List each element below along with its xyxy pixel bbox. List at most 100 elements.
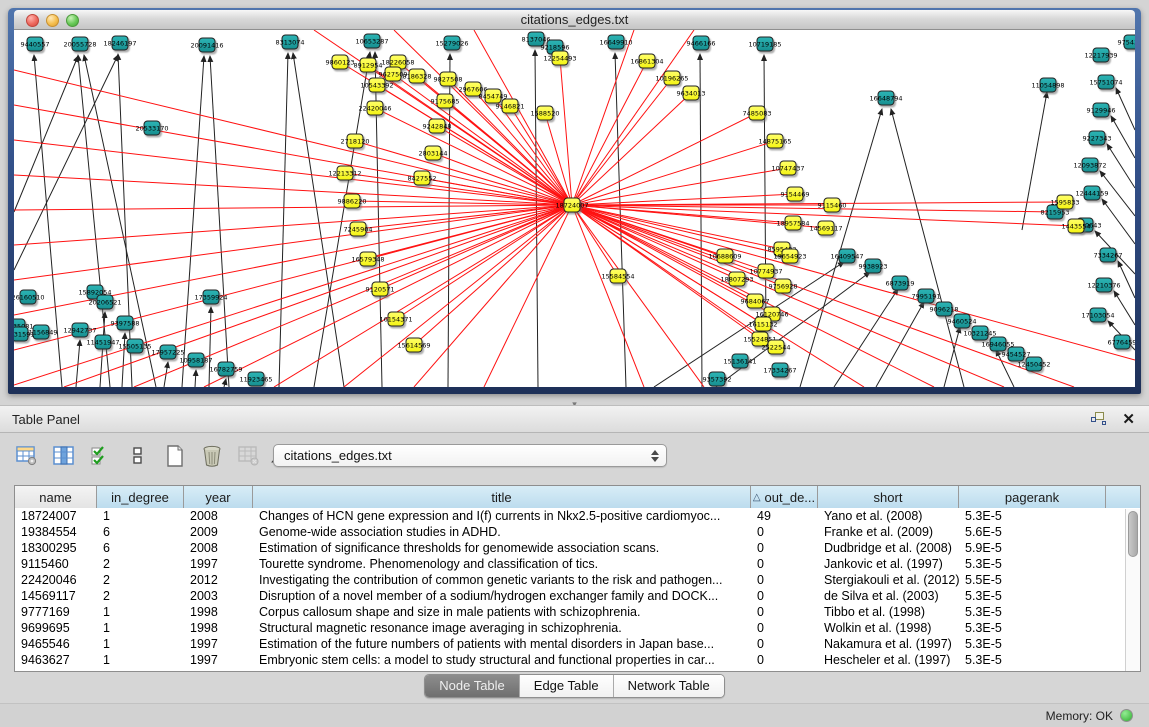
graph-node[interactable]: 14569117 (818, 221, 835, 236)
table-row[interactable]: 911546021997Tourette syndrome. Phenomeno… (15, 556, 1140, 572)
table-cell[interactable]: 5.3E-5 (959, 508, 1106, 524)
vertical-scrollbar[interactable] (1125, 509, 1140, 671)
column-header-pagerank[interactable]: pagerank (959, 486, 1106, 508)
table-cell[interactable]: 14569117 (15, 588, 97, 604)
graph-node[interactable]: 2803144 (425, 146, 442, 161)
table-cell[interactable]: Jankovic et al. (1997) (818, 556, 959, 572)
table-cell[interactable]: Franke et al. (2009) (818, 524, 959, 540)
row-height-icon[interactable] (125, 443, 151, 469)
graph-node[interactable]: 9627509 (385, 67, 402, 82)
table-row[interactable]: 1456911722003Disruption of a novel membe… (15, 588, 1140, 604)
memory-status-indicator[interactable] (1120, 709, 1133, 722)
table-cell[interactable]: 1997 (184, 636, 253, 652)
graph-node[interactable]: 7334267 (1100, 248, 1117, 263)
graph-node[interactable]: 16409547 (839, 249, 856, 264)
table-cell[interactable]: 9465546 (15, 636, 97, 652)
table-cell[interactable]: 5.3E-5 (959, 620, 1106, 636)
graph-node[interactable]: 16946055 (990, 337, 1007, 352)
table-cell[interactable]: Tourette syndrome. Phenomenology and cla… (253, 556, 751, 572)
graph-node[interactable]: 9357392 (709, 372, 726, 387)
table-row[interactable]: 946362711997Embryonic stem cells: a mode… (15, 652, 1140, 668)
panel-splitter[interactable]: ▾ (0, 394, 1149, 405)
window-titlebar[interactable]: citations_edges.txt (14, 10, 1135, 30)
table-cell[interactable]: 6 (97, 540, 184, 556)
tab-edge-table[interactable]: Edge Table (520, 675, 614, 697)
graph-node[interactable]: 22420046 (367, 101, 384, 116)
graph-node[interactable]: 16782759 (218, 362, 235, 377)
table-cell[interactable]: 2 (97, 572, 184, 588)
table-cell[interactable]: Dudbridge et al. (2008) (818, 540, 959, 556)
table-cell[interactable]: 2008 (184, 508, 253, 524)
table-cell[interactable]: 5.3E-5 (959, 652, 1106, 668)
graph-node[interactable]: 10958187 (188, 353, 205, 368)
table-cell[interactable]: Hescheler et al. (1997) (818, 652, 959, 668)
graph-node[interactable]: 9860123 (332, 55, 349, 70)
graph-node[interactable]: 8313074 (282, 35, 299, 50)
table-cell[interactable]: 18300295 (15, 540, 97, 556)
graph-node[interactable]: 15614569 (406, 338, 423, 353)
table-cell[interactable]: Wolkin et al. (1998) (818, 620, 959, 636)
graph-node[interactable]: 9466166 (693, 36, 710, 51)
table-cell[interactable]: Corpus callosum shape and size in male p… (253, 604, 751, 620)
table-row[interactable]: 977716911998Corpus callosum shape and si… (15, 604, 1140, 620)
graph-node[interactable]: 1588520 (537, 106, 554, 121)
graph-node[interactable]: 11451947 (95, 335, 112, 350)
table-cell[interactable]: 2003 (184, 588, 253, 604)
graph-node[interactable]: 16154371 (388, 312, 405, 327)
column-header-in_degree[interactable]: in_degree (97, 486, 184, 508)
graph-node[interactable]: 15751074 (1098, 75, 1115, 90)
graph-node[interactable]: 9440557 (27, 37, 44, 52)
table-cell[interactable]: 5.3E-5 (959, 588, 1106, 604)
graph-node[interactable]: 18807293 (729, 272, 746, 287)
table-cell[interactable]: 9777169 (15, 604, 97, 620)
graph-node[interactable]: 9886220 (344, 194, 361, 209)
table-cell[interactable]: Structural magnetic resonance image aver… (253, 620, 751, 636)
table-row[interactable]: 946554611997Estimation of the future num… (15, 636, 1140, 652)
table-cell[interactable]: 1 (97, 604, 184, 620)
graph-node[interactable]: 9454527 (1008, 347, 1025, 362)
table-cell[interactable]: 22420046 (15, 572, 97, 588)
graph-node[interactable]: 15136141 (732, 354, 749, 369)
table-settings-icon[interactable] (14, 443, 40, 469)
table-cell[interactable]: Tibbo et al. (1998) (818, 604, 959, 620)
graph-node[interactable]: 9154469 (787, 187, 804, 202)
graph-node[interactable]: 1443554 (1068, 219, 1085, 234)
graph-node[interactable]: 8454749 (485, 89, 502, 104)
table-cell[interactable]: 6 (97, 524, 184, 540)
graph-node[interactable]: 18246197 (112, 36, 129, 51)
table-cell[interactable]: 1998 (184, 604, 253, 620)
graph-node[interactable]: 8427552 (414, 171, 431, 186)
graph-node[interactable]: 10774937 (758, 264, 775, 279)
table-cell[interactable]: 2008 (184, 540, 253, 556)
table-row[interactable]: 1938455462009Genome-wide association stu… (15, 524, 1140, 540)
graph-node[interactable]: 12217939 (1093, 48, 1110, 63)
table-cell[interactable]: 2009 (184, 524, 253, 540)
graph-node[interactable]: 12254493 (552, 51, 569, 66)
table-cell[interactable]: Investigating the contribution of common… (253, 572, 751, 588)
graph-node[interactable]: 9146821 (502, 99, 519, 114)
tab-network-table[interactable]: Network Table (614, 675, 724, 697)
graph-node[interactable]: 12093872 (1082, 158, 1099, 173)
table-cell[interactable]: 1 (97, 636, 184, 652)
table-cell[interactable]: Stergiakouli et al. (2012) (818, 572, 959, 588)
table-row[interactable]: 1872400712008Changes of HCN gene express… (15, 508, 1140, 524)
delete-table-icon[interactable] (199, 443, 225, 469)
graph-node[interactable]: 2522544 (768, 340, 785, 355)
float-panel-icon[interactable] (1090, 411, 1108, 427)
table-cell[interactable]: 1 (97, 620, 184, 636)
column-header-short[interactable]: short (818, 486, 959, 508)
graph-node[interactable]: 1615132 (755, 317, 772, 332)
table-cell[interactable]: Changes of HCN gene expression and I(f) … (253, 508, 751, 524)
table-cell[interactable]: 5.6E-5 (959, 524, 1106, 540)
table-cell[interactable]: 49 (751, 508, 818, 524)
graph-node[interactable]: 6776459 (1114, 335, 1131, 350)
table-cell[interactable]: 2 (97, 556, 184, 572)
graph-node[interactable]: 16579348 (360, 252, 377, 267)
table-cell[interactable]: Estimation of the future numbers of pati… (253, 636, 751, 652)
table-row[interactable]: 969969511998Structural magnetic resonanc… (15, 620, 1140, 636)
column-header-name[interactable]: name (15, 486, 97, 508)
graph-node[interactable]: 15279026 (444, 36, 461, 51)
table-cell[interactable]: Genome-wide association studies in ADHD. (253, 524, 751, 540)
graph-node[interactable]: 11054898 (1040, 78, 1057, 93)
graph-node[interactable]: 9827508 (440, 72, 457, 87)
